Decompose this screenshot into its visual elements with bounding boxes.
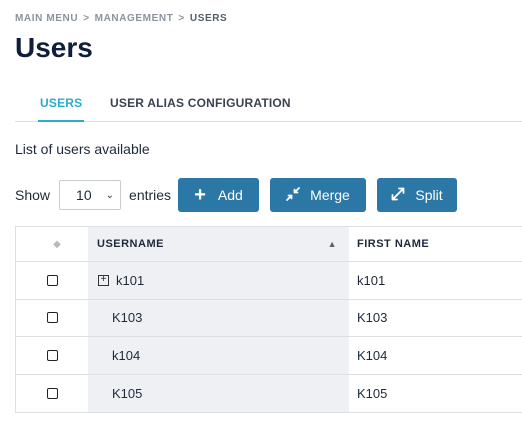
- page-title: Users: [15, 32, 93, 63]
- table-row: K105 K105: [16, 374, 522, 412]
- table-row: k104 K104: [16, 337, 522, 375]
- split-button-label: Split: [415, 187, 443, 203]
- tab-bar: USERS USER ALIAS CONFIGURATION: [15, 86, 522, 122]
- split-button[interactable]: Split: [377, 178, 457, 212]
- row-checkbox[interactable]: [46, 274, 58, 286]
- show-label: Show: [15, 187, 51, 203]
- first-name-cell: K105: [357, 385, 388, 401]
- username-cell: K105: [112, 385, 143, 401]
- row-checkbox[interactable]: [46, 312, 58, 324]
- add-button-label: Add: [217, 187, 243, 203]
- entries-select-value: 10: [76, 187, 92, 203]
- sort-indicator-icon: ◆: [53, 238, 61, 250]
- first-name-cell: K103: [357, 310, 388, 326]
- merge-button-label: Merge: [310, 187, 350, 203]
- table-row: K103 K103: [16, 299, 522, 337]
- breadcrumb-separator: >: [178, 13, 185, 24]
- row-checkbox[interactable]: [46, 349, 58, 361]
- list-description: List of users available: [15, 141, 150, 157]
- expand-arrows-icon: [391, 187, 405, 203]
- tab-user-alias-configuration[interactable]: USER ALIAS CONFIGURATION: [110, 96, 291, 110]
- add-button[interactable]: + Add: [178, 178, 259, 212]
- chevron-down-icon: ⌄: [105, 189, 115, 201]
- merge-arrows-icon: [286, 187, 301, 203]
- breadcrumb-users: USERS: [189, 13, 228, 24]
- table-row: + k101 k101: [16, 262, 522, 300]
- entries-label: entries: [129, 187, 172, 203]
- breadcrumb-main-menu[interactable]: MAIN MENU: [15, 13, 78, 24]
- row-checkbox[interactable]: [46, 387, 58, 399]
- breadcrumb: MAIN MENU > MANAGEMENT > USERS: [15, 13, 227, 24]
- column-header-first-name[interactable]: FIRST NAME: [349, 227, 522, 261]
- expand-plus-icon[interactable]: +: [98, 274, 109, 286]
- username-cell: k104: [112, 347, 141, 363]
- tab-users[interactable]: USERS: [37, 96, 85, 122]
- merge-button[interactable]: Merge: [270, 178, 366, 212]
- username-cell: k101: [116, 272, 145, 288]
- table-length-controls: Show 10 ⌄ entries: [15, 178, 171, 212]
- column-header-username[interactable]: USERNAME ▲: [88, 227, 349, 261]
- first-name-cell: K104: [357, 347, 388, 363]
- username-cell: K103: [112, 310, 143, 326]
- breadcrumb-management[interactable]: MANAGEMENT: [95, 13, 174, 24]
- entries-select[interactable]: 10 ⌄: [59, 180, 122, 210]
- table-header: ◆ USERNAME ▲ FIRST NAME: [16, 227, 522, 262]
- sort-asc-icon: ▲: [327, 239, 337, 249]
- breadcrumb-separator: >: [83, 13, 90, 24]
- first-name-cell: k101: [357, 272, 386, 288]
- select-column-header: ◆: [16, 227, 88, 261]
- users-table: ◆ USERNAME ▲ FIRST NAME + k101 k101 K103…: [15, 226, 522, 413]
- plus-icon: +: [194, 184, 206, 206]
